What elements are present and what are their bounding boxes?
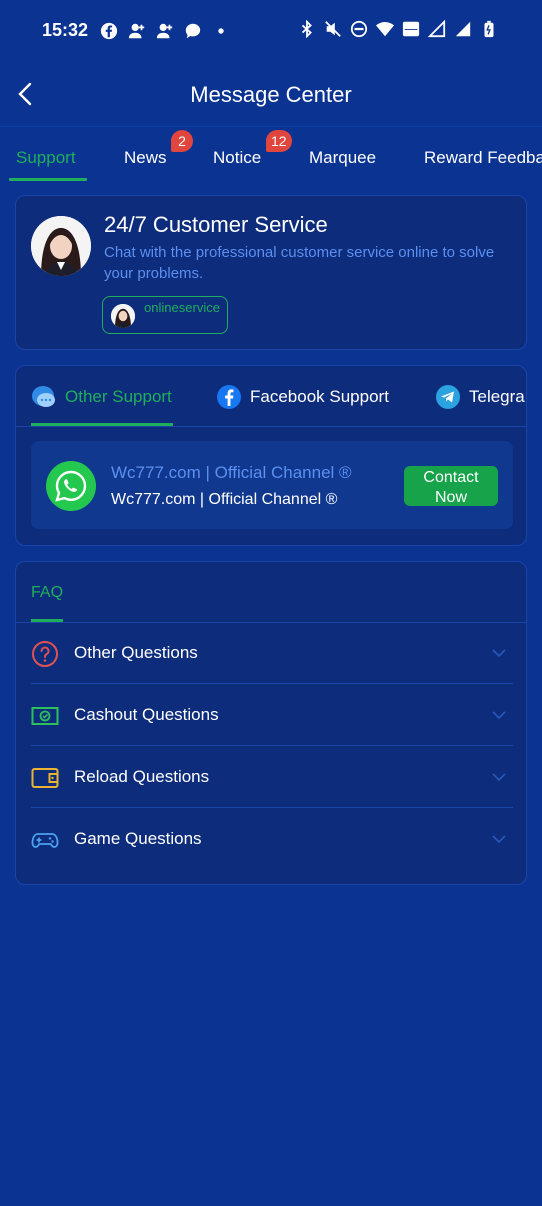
faq-item-cashout-questions[interactable]: Cashout Questions (31, 684, 513, 746)
whatsapp-icon (46, 461, 96, 511)
news-badge: 2 (171, 130, 193, 152)
faq-item-other-questions[interactable]: Other Questions (31, 622, 513, 684)
faq-item-label: Game Questions (74, 829, 202, 848)
support-tab-telegram-label: Telegra (469, 387, 525, 406)
telegram-icon (436, 385, 460, 409)
online-service-avatar (111, 304, 135, 328)
tab-marquee[interactable]: Marquee (309, 148, 376, 168)
faq-item-label: Other Questions (74, 643, 198, 662)
person-add-icon (156, 23, 173, 39)
person-add-icon (128, 23, 145, 39)
contact-now-button[interactable]: Contact Now (404, 466, 498, 506)
notice-badge: 12 (266, 130, 292, 152)
faq-item-label: Reload Questions (74, 767, 210, 786)
support-tab-facebook[interactable]: Facebook Support (216, 384, 389, 410)
dnd-icon (350, 20, 368, 38)
tab-reward-feedback[interactable]: Reward Feedba (424, 148, 542, 168)
faq-card: FAQ Other Questions Cashout Questions Re… (15, 561, 527, 885)
agent-avatar (31, 216, 91, 276)
dot-icon (218, 28, 224, 34)
channel-title: Wc777.com | Official Channel ® (111, 463, 352, 482)
battery-icon (484, 20, 494, 38)
status-left-icons (100, 22, 230, 40)
chevron-down-icon (492, 773, 506, 782)
contact-now-label: Contact Now (423, 469, 479, 506)
question-icon (32, 641, 58, 667)
support-tab-other-label: Other Support (65, 387, 172, 406)
customer-service-title: 24/7 Customer Service (104, 212, 328, 237)
status-time: 15:32 (42, 20, 89, 40)
mute-icon (325, 21, 341, 37)
official-channel-item[interactable]: Wc777.com | Official Channel ® Wc777.com… (31, 441, 513, 529)
vowifi-icon (402, 21, 420, 37)
support-tab-facebook-label: Facebook Support (250, 387, 389, 406)
chevron-down-icon (492, 649, 506, 658)
support-channels-card: Other Support Facebook Support Telegra W… (15, 365, 527, 546)
wallet-icon (31, 768, 59, 788)
header-divider (0, 126, 542, 127)
tab-notice[interactable]: Notice (213, 148, 261, 168)
chat-icon (32, 386, 55, 407)
cash-icon (31, 707, 59, 725)
tab-news[interactable]: News (124, 148, 167, 168)
gamepad-icon (31, 833, 59, 848)
signal-icon (455, 21, 471, 37)
chevron-down-icon (492, 835, 506, 844)
app-header: Message Center (0, 62, 542, 126)
support-tab-telegram[interactable]: Telegra (435, 384, 525, 410)
chat-bubble-icon (185, 23, 201, 39)
online-service-label: onlineservice (144, 300, 220, 315)
facebook-icon (217, 385, 241, 409)
signal-icon (428, 20, 446, 38)
faq-item-label: Cashout Questions (74, 705, 219, 724)
tab-faq[interactable]: FAQ (31, 584, 63, 602)
customer-service-description: Chat with the professional customer serv… (104, 244, 495, 282)
channel-subtitle: Wc777.com | Official Channel ® (111, 491, 338, 508)
support-tab-other[interactable]: Other Support (31, 384, 172, 410)
tab-support[interactable]: Support (16, 148, 76, 168)
status-bar: 15:32 (0, 0, 542, 62)
facebook-icon (100, 22, 118, 40)
active-tab-indicator (9, 178, 87, 181)
faq-item-reload-questions[interactable]: Reload Questions (31, 746, 513, 808)
bluetooth-icon (301, 20, 312, 38)
online-service-chip[interactable]: onlineservice (102, 296, 228, 334)
faq-item-game-questions[interactable]: Game Questions (31, 808, 513, 870)
page-title: Message Center (190, 82, 352, 107)
status-right-icons (298, 20, 498, 38)
support-divider (16, 426, 526, 427)
message-tabs: Support News 2 Notice 12 Marquee Reward … (0, 130, 542, 182)
wifi-icon (376, 22, 394, 37)
chevron-down-icon (492, 711, 506, 720)
customer-service-card[interactable]: 24/7 Customer Service Chat with the prof… (15, 195, 527, 350)
